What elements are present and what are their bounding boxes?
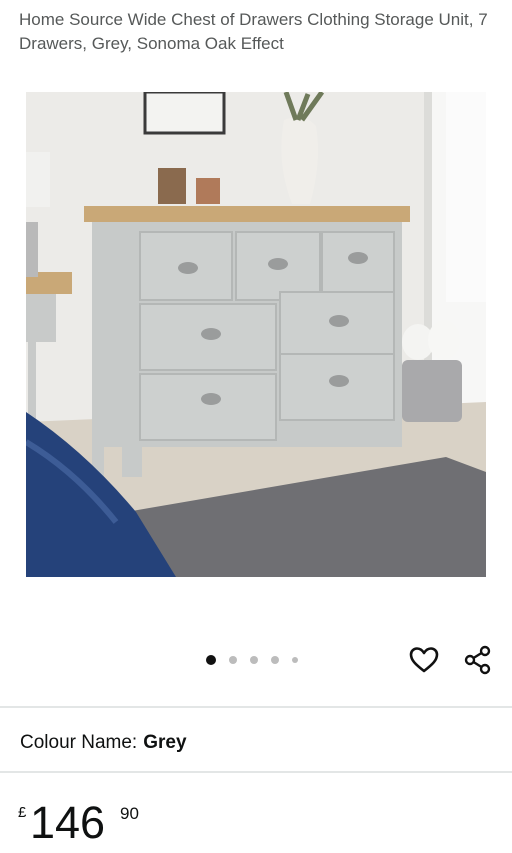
carousel-dot-5[interactable] (292, 657, 298, 663)
chest-of-drawers-photo (26, 92, 486, 577)
carousel-dot-3[interactable] (250, 656, 258, 664)
price-fraction: 90 (120, 804, 139, 823)
product-image[interactable] (26, 92, 486, 577)
share-button[interactable] (462, 644, 494, 676)
heart-icon (409, 647, 439, 673)
share-icon (464, 645, 491, 675)
colour-value: Grey (143, 732, 187, 753)
price-currency: £ (18, 804, 27, 821)
image-carousel-dots[interactable] (206, 654, 311, 666)
colour-label: Colour Name: (20, 732, 138, 753)
carousel-dot-1[interactable] (206, 655, 216, 665)
product-title: Home Source Wide Chest of Drawers Clothi… (19, 10, 488, 53)
wishlist-button[interactable] (408, 644, 440, 676)
price-whole: 146 (30, 797, 106, 848)
carousel-dot-4[interactable] (271, 656, 279, 664)
colour-variation: Colour Name: Grey (20, 731, 187, 755)
divider (0, 771, 512, 773)
carousel-dot-2[interactable] (229, 656, 237, 664)
divider (0, 706, 512, 708)
